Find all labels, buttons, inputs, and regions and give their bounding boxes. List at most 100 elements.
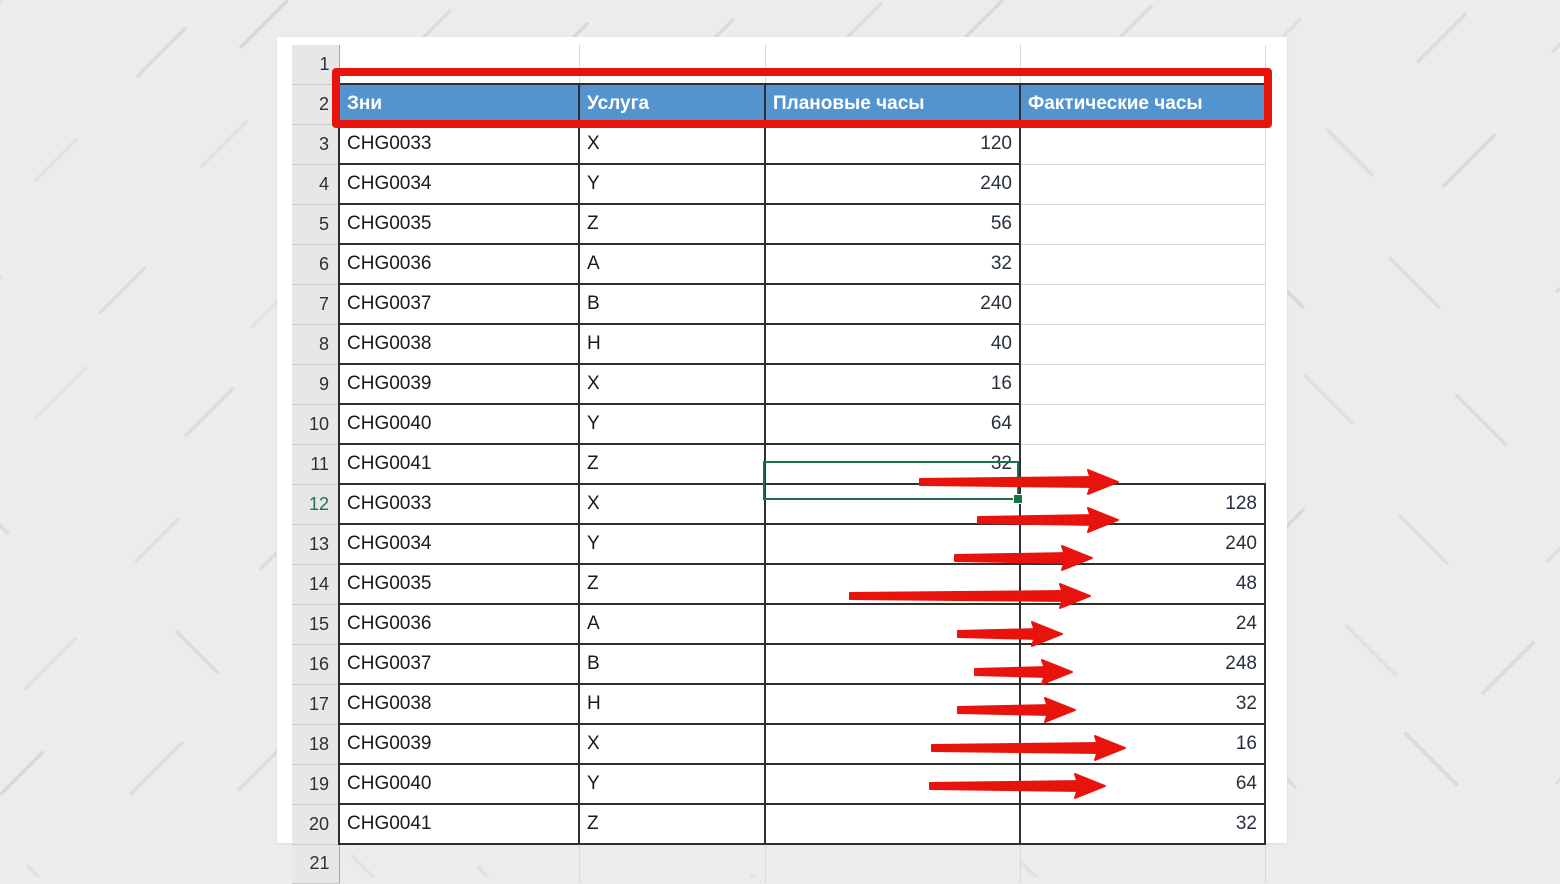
row-number-16[interactable]: 16 [292, 644, 340, 685]
cell-plan-17[interactable] [764, 683, 1021, 725]
cell-fact-10[interactable] [1020, 404, 1266, 445]
cell-zni-14[interactable]: CHG0035 [338, 563, 580, 605]
cell-plan-20[interactable] [764, 803, 1021, 845]
cell-usluga-3[interactable]: X [578, 123, 766, 165]
cell-zni-5[interactable]: CHG0035 [338, 203, 580, 245]
cell-empty-row1[interactable] [339, 45, 580, 84]
cell-fact-8[interactable] [1020, 324, 1266, 365]
cell-empty-row21[interactable] [339, 844, 580, 883]
fill-handle[interactable] [1013, 494, 1023, 504]
cell-fact-16[interactable]: 248 [1019, 643, 1266, 685]
cell-usluga-10[interactable]: Y [578, 403, 766, 445]
row-number-8[interactable]: 8 [292, 324, 340, 365]
cell-plan-13[interactable] [764, 523, 1021, 565]
cell-zni-16[interactable]: CHG0037 [338, 643, 580, 685]
row-number-11[interactable]: 11 [292, 444, 340, 485]
cell-zni-11[interactable]: CHG0041 [338, 443, 580, 485]
cell-plan-3[interactable]: 120 [764, 123, 1021, 165]
row-number-2[interactable]: 2 [292, 84, 340, 125]
cell-empty-row1[interactable] [1020, 45, 1266, 84]
cell-fact-18[interactable]: 16 [1019, 723, 1266, 765]
cell-usluga-12[interactable]: X [578, 483, 766, 525]
cell-zni-4[interactable]: CHG0034 [338, 163, 580, 205]
row-number-18[interactable]: 18 [292, 724, 340, 765]
cell-fact-7[interactable] [1020, 284, 1266, 325]
cell-zni-18[interactable]: CHG0039 [338, 723, 580, 765]
cell-plan-18[interactable] [764, 723, 1021, 765]
cell-plan-5[interactable]: 56 [764, 203, 1021, 245]
row-number-13[interactable]: 13 [292, 524, 340, 565]
cell-empty-row1[interactable] [765, 45, 1021, 84]
row-number-20[interactable]: 20 [292, 804, 340, 845]
cell-fact-4[interactable] [1020, 164, 1266, 205]
cell-usluga-4[interactable]: Y [578, 163, 766, 205]
cell-fact-17[interactable]: 32 [1019, 683, 1266, 725]
cell-fact-5[interactable] [1020, 204, 1266, 245]
cell-fact-12[interactable]: 128 [1019, 483, 1266, 525]
row-number-17[interactable]: 17 [292, 684, 340, 725]
cell-usluga-16[interactable]: B [578, 643, 766, 685]
cell-zni-6[interactable]: CHG0036 [338, 243, 580, 285]
row-number-5[interactable]: 5 [292, 204, 340, 245]
column-header-3[interactable]: Плановые часы [764, 83, 1021, 125]
cell-zni-3[interactable]: CHG0033 [338, 123, 580, 165]
row-number-6[interactable]: 6 [292, 244, 340, 285]
cell-plan-9[interactable]: 16 [764, 363, 1021, 405]
cell-zni-8[interactable]: CHG0038 [338, 323, 580, 365]
cell-zni-13[interactable]: CHG0034 [338, 523, 580, 565]
row-number-19[interactable]: 19 [292, 764, 340, 805]
column-header-2[interactable]: Услуга [578, 83, 766, 125]
row-number-7[interactable]: 7 [292, 284, 340, 325]
cell-fact-11[interactable] [1020, 444, 1266, 485]
column-header-4[interactable]: Фактические часы [1019, 83, 1266, 125]
row-number-15[interactable]: 15 [292, 604, 340, 645]
cell-plan-6[interactable]: 32 [764, 243, 1021, 285]
cell-plan-15[interactable] [764, 603, 1021, 645]
cell-usluga-8[interactable]: H [578, 323, 766, 365]
row-number-4[interactable]: 4 [292, 164, 340, 205]
cell-usluga-7[interactable]: B [578, 283, 766, 325]
row-number-3[interactable]: 3 [292, 124, 340, 165]
cell-zni-7[interactable]: CHG0037 [338, 283, 580, 325]
row-number-9[interactable]: 9 [292, 364, 340, 405]
cell-usluga-15[interactable]: A [578, 603, 766, 645]
cell-empty-row21[interactable] [579, 844, 766, 883]
cell-usluga-6[interactable]: A [578, 243, 766, 285]
row-number-21[interactable]: 21 [292, 844, 340, 884]
cell-usluga-11[interactable]: Z [578, 443, 766, 485]
row-number-1[interactable]: 1 [292, 45, 340, 85]
cell-zni-9[interactable]: CHG0039 [338, 363, 580, 405]
cell-plan-14[interactable] [764, 563, 1021, 605]
cell-zni-19[interactable]: CHG0040 [338, 763, 580, 805]
cell-zni-10[interactable]: CHG0040 [338, 403, 580, 445]
cell-empty-row1[interactable] [579, 45, 766, 84]
cell-plan-7[interactable]: 240 [764, 283, 1021, 325]
cell-fact-19[interactable]: 64 [1019, 763, 1266, 805]
row-number-14[interactable]: 14 [292, 564, 340, 605]
cell-empty-row21[interactable] [1020, 844, 1266, 883]
row-number-10[interactable]: 10 [292, 404, 340, 445]
cell-usluga-13[interactable]: Y [578, 523, 766, 565]
cell-fact-6[interactable] [1020, 244, 1266, 285]
cell-fact-15[interactable]: 24 [1019, 603, 1266, 645]
cell-plan-16[interactable] [764, 643, 1021, 685]
cell-plan-10[interactable]: 64 [764, 403, 1021, 445]
cell-usluga-18[interactable]: X [578, 723, 766, 765]
cell-plan-19[interactable] [764, 763, 1021, 805]
cell-zni-15[interactable]: CHG0036 [338, 603, 580, 645]
cell-fact-3[interactable] [1020, 124, 1266, 165]
cell-zni-20[interactable]: CHG0041 [338, 803, 580, 845]
cell-fact-9[interactable] [1020, 364, 1266, 405]
cell-usluga-17[interactable]: H [578, 683, 766, 725]
cell-plan-4[interactable]: 240 [764, 163, 1021, 205]
cell-fact-13[interactable]: 240 [1019, 523, 1266, 565]
cell-usluga-19[interactable]: Y [578, 763, 766, 805]
column-header-1[interactable]: Зни [338, 83, 580, 125]
cell-plan-8[interactable]: 40 [764, 323, 1021, 365]
cell-empty-row21[interactable] [765, 844, 1021, 883]
cell-usluga-20[interactable]: Z [578, 803, 766, 845]
cell-usluga-5[interactable]: Z [578, 203, 766, 245]
cell-zni-12[interactable]: CHG0033 [338, 483, 580, 525]
cell-zni-17[interactable]: CHG0038 [338, 683, 580, 725]
cell-fact-20[interactable]: 32 [1019, 803, 1266, 845]
